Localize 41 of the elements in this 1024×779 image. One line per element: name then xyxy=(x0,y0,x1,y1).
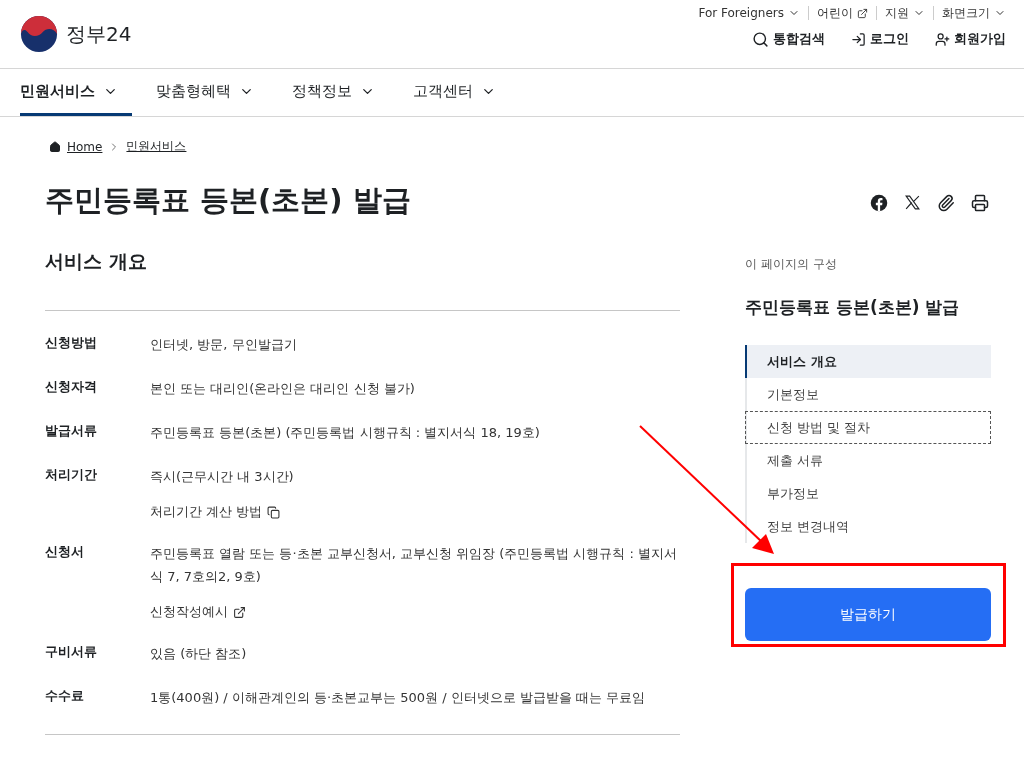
utility-link[interactable]: 지원 xyxy=(876,6,933,20)
row-label: 수수료 xyxy=(45,687,85,705)
row-label: 발급서류 xyxy=(45,422,98,440)
row-label: 신청서 xyxy=(45,543,85,561)
toc-item[interactable]: 부가정보 xyxy=(745,477,991,510)
toc-item[interactable]: 신청 방법 및 절차 xyxy=(745,411,991,444)
row-label: 신청자격 xyxy=(45,378,98,396)
nav-tab[interactable]: 민원서비스 xyxy=(20,69,132,116)
header-action-link[interactable]: 회원가입 xyxy=(935,30,1006,48)
utility-link[interactable]: 화면크기 xyxy=(933,6,1006,20)
row-value: 1통(400원) / 이해관계인의 등·초본교부는 500원 / 인터넷으로 발급받을 때는 무료임 xyxy=(150,689,647,707)
row-value: 있음 (하단 참조) xyxy=(150,645,248,663)
row-value: 즉시(근무시간 내 3시간) xyxy=(150,468,295,486)
header-action-link[interactable]: 통합검색 xyxy=(752,30,825,48)
toc-item[interactable]: 정보 변경내역 xyxy=(745,510,991,543)
toc-item[interactable]: 제출 서류 xyxy=(745,444,991,477)
breadcrumb-link[interactable]: 민원서비스 xyxy=(126,138,187,155)
toc-item[interactable]: 기본정보 xyxy=(745,378,991,411)
toc-title: 주민등록표 등본(초본) 발급 xyxy=(745,296,961,319)
nav-tab[interactable]: 맞춤형혜택 xyxy=(156,69,268,116)
row-value: 주민등록표 열람 또는 등·초본 교부신청서, 교부신청 위임장 (주민등록법 시행규칙 : 별지서식 7, 7호의2, 9호) xyxy=(150,545,679,586)
header-action-link[interactable]: 로그인 xyxy=(851,30,909,48)
issue-button[interactable]: 발급하기 xyxy=(745,588,991,641)
nav-tab[interactable]: 정책정보 xyxy=(292,69,389,116)
breadcrumb-link[interactable]: Home xyxy=(67,139,103,154)
section-title: 서비스 개요 xyxy=(45,249,148,274)
toc-caption: 이 페이지의 구성 xyxy=(745,256,838,273)
utility-link[interactable]: For Foreigners xyxy=(690,6,808,20)
row-label: 신청방법 xyxy=(45,334,98,352)
row-value: 본인 또는 대리인(온라인은 대리인 신청 불가) xyxy=(150,380,416,398)
row-label: 처리기간 xyxy=(45,466,98,484)
nav-tab[interactable]: 고객센터 xyxy=(413,69,510,116)
row-value: 인터넷, 방문, 무인발급기 xyxy=(150,336,298,354)
row-label: 구비서류 xyxy=(45,643,98,661)
row-value: 주민등록표 등본(초본) (주민등록법 시행규칙 : 별지서식 18, 19호) xyxy=(150,424,541,442)
logo-text[interactable]: 정부24 xyxy=(66,20,132,48)
external-link[interactable]: 신청작성예시 xyxy=(150,603,246,621)
page-title: 주민등록표 등본(초본) 발급 xyxy=(45,182,412,218)
toc-item[interactable]: 서비스 개요 xyxy=(745,345,991,378)
utility-link[interactable]: 어린이 xyxy=(808,6,876,20)
popup-link[interactable]: 처리기간 계산 방법 xyxy=(150,503,281,521)
